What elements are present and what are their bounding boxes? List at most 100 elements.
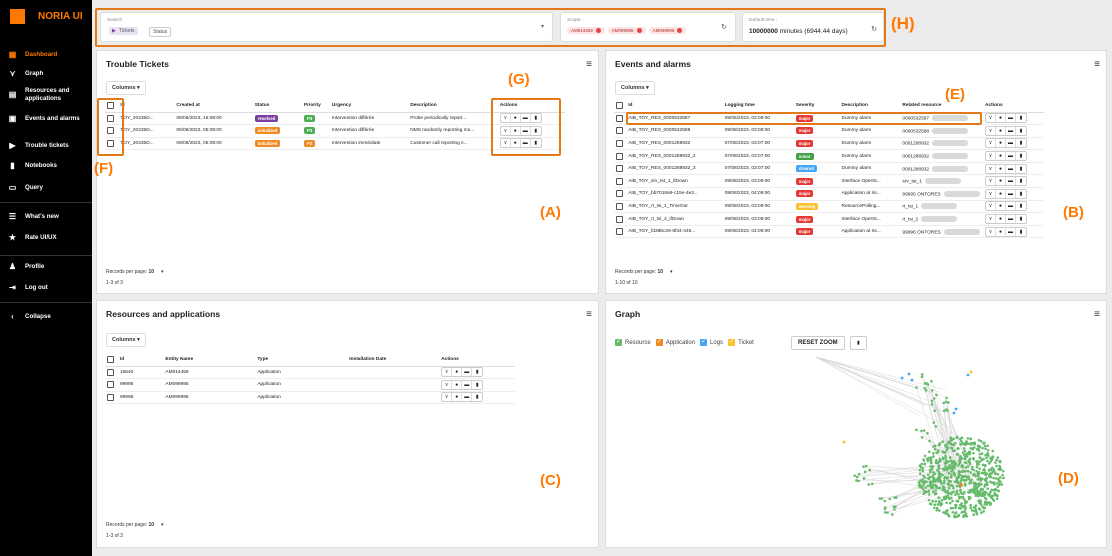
graph-node[interactable] — [967, 495, 971, 499]
graph-node[interactable] — [963, 504, 966, 508]
graph-node[interactable] — [961, 495, 965, 499]
sidebar-item-what-s-new[interactable]: ☰ What's new — [8, 213, 59, 221]
graph-node[interactable] — [922, 458, 925, 462]
graph-node[interactable] — [927, 498, 931, 502]
graph-node[interactable] — [957, 506, 961, 510]
sidebar-item-events-and-alarms[interactable]: ▣ Events and alarms — [8, 115, 80, 123]
row-checkbox[interactable] — [616, 114, 623, 122]
graph-node[interactable] — [953, 474, 956, 477]
graph-node[interactable] — [979, 456, 982, 460]
graph-node[interactable] — [998, 481, 1002, 484]
row-checkbox[interactable] — [616, 165, 623, 173]
column-header[interactable]: Urgency — [329, 100, 409, 113]
row-checkbox[interactable] — [107, 368, 114, 376]
graph-node[interactable] — [919, 479, 922, 483]
sidebar-item-graph[interactable]: ⋎ Graph — [8, 70, 44, 78]
graph-node[interactable] — [933, 492, 937, 496]
graph-icon[interactable]: ⋎ — [986, 215, 997, 224]
graph-node[interactable] — [981, 446, 984, 450]
sidebar-item-rate-ui-ux[interactable]: ★ Rate UI/UX — [8, 234, 57, 242]
related-resource[interactable]: 0001288932 — [902, 167, 929, 172]
graph-node[interactable] — [963, 499, 967, 503]
graph-node[interactable] — [921, 469, 925, 473]
graph-node[interactable] — [946, 509, 949, 512]
graph-node[interactable] — [942, 468, 946, 471]
related-resource[interactable]: 0001288932 — [902, 154, 929, 159]
table-row[interactable]: AIB_TOY_RES_0000532587 09/05/2023, 02:09… — [614, 112, 1044, 126]
graph-node[interactable] — [984, 497, 988, 501]
document-icon[interactable]: ▬ — [462, 380, 473, 389]
graph-node[interactable] — [935, 393, 938, 397]
graph-node[interactable] — [960, 502, 963, 505]
graph-node[interactable] — [935, 459, 938, 462]
graph-node[interactable] — [930, 379, 933, 383]
graph-node[interactable] — [949, 446, 953, 450]
column-header[interactable]: Status — [252, 100, 302, 113]
graph-node[interactable] — [952, 437, 955, 440]
sidebar-item-dashboard[interactable]: ▦ Dashboard — [8, 51, 58, 59]
graph-node[interactable] — [950, 459, 953, 463]
graph-node[interactable] — [989, 480, 992, 484]
graph-node[interactable] — [936, 479, 940, 483]
graph-node[interactable] — [946, 482, 950, 486]
info-icon[interactable]: ● — [996, 202, 1007, 211]
related-resource[interactable]: 99995 ONTORES — [902, 192, 940, 197]
event-id[interactable]: AIB_TOY_RES_0001288932_3 — [626, 162, 723, 176]
table-row[interactable]: AIB_TOY_RES_0001288932 07/08/2023, 03:07… — [614, 137, 1044, 151]
search-bar[interactable]: Search ▶ Tickets Status ▾ — [100, 12, 553, 42]
graph-node[interactable] — [937, 500, 941, 503]
notebook-icon[interactable]: ▮ — [472, 368, 482, 376]
graph-node[interactable] — [910, 378, 914, 382]
graph-node[interactable] — [957, 492, 960, 496]
row-checkbox[interactable] — [616, 202, 623, 210]
graph-node[interactable] — [880, 497, 884, 500]
table-row[interactable]: TOY_20235D... 08/08/2023, 16:08:00 resol… — [105, 112, 565, 126]
graph-node[interactable] — [928, 493, 931, 496]
graph-node[interactable] — [982, 457, 985, 461]
graph-node[interactable] — [919, 485, 923, 489]
graph-node[interactable] — [944, 444, 947, 447]
notebook-icon[interactable]: ▮ — [1016, 202, 1026, 210]
graph-node[interactable] — [894, 505, 897, 508]
table-row[interactable]: AIB_TOY_RES_0001288932_3 07/08/2023, 03:… — [614, 162, 1044, 176]
graph-node[interactable] — [948, 501, 952, 505]
graph-node[interactable] — [943, 476, 946, 480]
graph-node[interactable] — [942, 511, 945, 514]
graph-node[interactable] — [993, 494, 996, 497]
graph-node[interactable] — [857, 472, 861, 476]
graph-node[interactable] — [927, 456, 931, 460]
notebook-icon[interactable]: ▮ — [531, 114, 541, 122]
graph-node[interactable] — [878, 497, 882, 500]
graph-node[interactable] — [961, 465, 965, 469]
graph-node[interactable] — [989, 468, 992, 472]
graph-node[interactable] — [975, 465, 979, 469]
graph-node[interactable] — [969, 370, 973, 374]
graph-icon[interactable]: ⋎ — [501, 126, 511, 135]
event-id[interactable]: AIB_TOY_RES_0001288932_2 — [626, 149, 723, 163]
document-icon[interactable]: ▬ — [1006, 227, 1017, 236]
graph-node[interactable] — [864, 464, 868, 468]
graph-node[interactable] — [965, 461, 968, 465]
graph-node[interactable] — [958, 496, 961, 500]
ticket-id[interactable]: TOY_20235D... — [118, 112, 175, 126]
row-checkbox[interactable] — [616, 228, 623, 236]
info-icon[interactable]: ● — [996, 215, 1007, 224]
graph-node[interactable] — [950, 496, 953, 500]
columns-button[interactable]: Columns ▾ — [106, 81, 146, 95]
graph-node[interactable] — [900, 376, 904, 380]
graph-node[interactable] — [998, 464, 1001, 468]
graph-node[interactable] — [929, 460, 933, 463]
graph-node[interactable] — [867, 483, 871, 486]
graph-node[interactable] — [888, 497, 892, 501]
column-header[interactable]: Description — [839, 100, 901, 113]
table-row[interactable]: 99995 AM099995 Application ⋎ ● ▬ ▮ — [105, 378, 515, 392]
sidebar-item-log-out[interactable]: ⇥ Log out — [8, 284, 48, 292]
graph-node[interactable] — [993, 491, 996, 495]
graph-node[interactable] — [958, 437, 962, 441]
graph-node[interactable] — [966, 437, 970, 440]
graph-node[interactable] — [893, 496, 897, 499]
graph-node[interactable] — [947, 472, 951, 475]
graph-node[interactable] — [995, 482, 999, 485]
graph-node[interactable] — [953, 515, 956, 519]
graph-node[interactable] — [979, 440, 983, 443]
